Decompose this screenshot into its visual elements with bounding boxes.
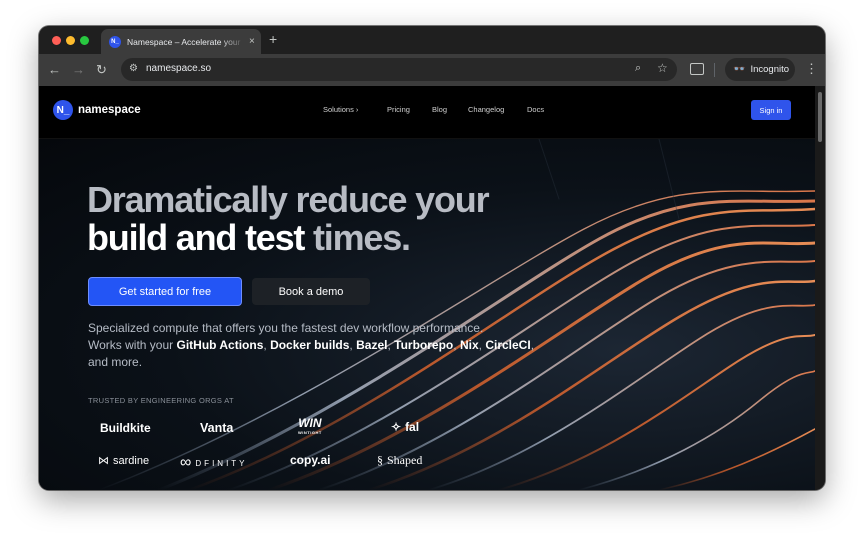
maximize-window-button[interactable]: [80, 36, 89, 45]
namespace-favicon-icon: N_: [109, 35, 121, 48]
book-demo-button[interactable]: Book a demo: [252, 278, 370, 305]
active-tab[interactable]: N_ Namespace – Accelerate your ×: [101, 29, 261, 54]
get-started-button[interactable]: Get started for free: [88, 277, 242, 306]
description-separator: ,: [263, 338, 267, 352]
tool-circleci: CircleCI: [485, 338, 531, 352]
back-icon[interactable]: ←: [48, 62, 61, 78]
browser-menu-icon[interactable]: ⋮: [805, 61, 818, 77]
infinity-icon: ∞: [180, 454, 192, 471]
close-tab-icon[interactable]: ×: [249, 36, 255, 47]
vanta-logo: Vanta: [200, 421, 234, 435]
shaped-logo: § Shaped: [377, 453, 422, 468]
toolbar-divider: [714, 63, 715, 77]
page-scrollbar[interactable]: [815, 86, 825, 490]
buildkite-logo: Buildkite: [100, 421, 151, 435]
nav-blog[interactable]: Blog: [432, 105, 447, 114]
site-header: N_ namespace Solutions › Pricing Blog Ch…: [39, 86, 815, 139]
description-separator: ,: [349, 338, 353, 352]
description-suffix: and more.: [88, 355, 143, 369]
tool-nix: Nix: [459, 338, 479, 352]
namespace-logo-icon: N_: [53, 100, 73, 120]
tool-docker-builds: Docker builds: [270, 338, 350, 352]
headline-line-1: Dramatically reduce your: [87, 179, 490, 220]
sardine-glyph-icon: ⋈: [98, 455, 109, 467]
minimize-window-button[interactable]: [66, 36, 75, 45]
headline-line-2: build and test times.: [87, 217, 411, 259]
tab-strip: N_ Namespace – Accelerate your × +: [39, 26, 825, 54]
copyai-logo: copy.ai: [290, 453, 331, 467]
shaped-logo-text: Shaped: [387, 453, 423, 467]
tool-turborepo: Turborepo: [394, 338, 454, 352]
nav-pricing[interactable]: Pricing: [387, 105, 410, 114]
wintight-logo-small: WINTIGHT: [298, 430, 322, 435]
bookmark-star-icon[interactable]: ☆: [657, 61, 668, 75]
browser-window: N_ Namespace – Accelerate your × + ← → ↻…: [39, 26, 825, 490]
new-tab-button[interactable]: +: [269, 31, 277, 47]
incognito-profile-button[interactable]: 👓 Incognito: [725, 58, 795, 81]
description-separator: ,: [387, 338, 391, 352]
reload-icon[interactable]: ↻: [96, 62, 107, 78]
site-info-icon[interactable]: ⚙: [129, 63, 141, 75]
dfinity-logo-text: DFINITY: [195, 458, 248, 468]
fal-logo-text: fal: [405, 420, 420, 434]
hero-section: Dramatically reduce your build and test …: [39, 139, 815, 490]
wintight-logo: WIN WINTIGHT: [298, 416, 322, 438]
dfinity-logo: ∞ DFINITY: [180, 454, 248, 472]
fal-logo: ✧ fal: [391, 420, 419, 434]
headline-muted: times.: [313, 217, 411, 258]
forward-icon[interactable]: →: [72, 62, 85, 78]
incognito-icon: 👓: [733, 64, 746, 75]
page-viewport: N_ namespace Solutions › Pricing Blog Ch…: [39, 86, 815, 490]
description-prefix: Works with your: [88, 338, 174, 352]
description-separator: ,: [453, 338, 457, 352]
nav-changelog[interactable]: Changelog: [468, 105, 504, 114]
zoom-icon[interactable]: ⌕: [635, 62, 641, 75]
fal-glyph-icon: ✧: [391, 420, 402, 434]
sardine-logo-text: sardine: [113, 454, 150, 467]
description-line-1: Specialized compute that offers you the …: [88, 321, 484, 335]
nav-solutions[interactable]: Solutions ›: [323, 105, 358, 114]
wintight-logo-mark: WIN: [298, 416, 322, 430]
browser-toolbar: ← → ↻ ⚙ namespace.so ⌕ ☆ 👓 Incognito ⋮: [39, 54, 825, 86]
address-bar[interactable]: ⚙ namespace.so ⌕ ☆: [121, 58, 677, 81]
shaped-glyph-icon: §: [377, 453, 383, 467]
headline-bold: build and test: [87, 217, 305, 258]
close-window-button[interactable]: [52, 36, 61, 45]
nav-docs[interactable]: Docs: [527, 105, 544, 114]
tab-search-icon[interactable]: [690, 63, 704, 75]
url-text[interactable]: namespace.so: [146, 63, 211, 74]
scrollbar-thumb[interactable]: [818, 92, 822, 142]
incognito-label: Incognito: [750, 64, 790, 75]
trusted-by-label: TRUSTED BY ENGINEERING ORGS AT: [88, 396, 234, 405]
description-separator: ,: [530, 338, 535, 352]
sign-in-button[interactable]: Sign in: [751, 100, 791, 120]
sardine-logo: ⋈ sardine: [98, 454, 150, 468]
tool-github-actions: GitHub Actions: [176, 338, 264, 352]
description-separator: ,: [478, 338, 482, 352]
brand-name: namespace: [78, 104, 141, 116]
tab-title: Namespace – Accelerate your: [127, 36, 241, 47]
brand[interactable]: N_ namespace: [53, 100, 141, 120]
hero-description: Specialized compute that offers you the …: [88, 320, 548, 371]
tool-bazel: Bazel: [356, 338, 388, 352]
